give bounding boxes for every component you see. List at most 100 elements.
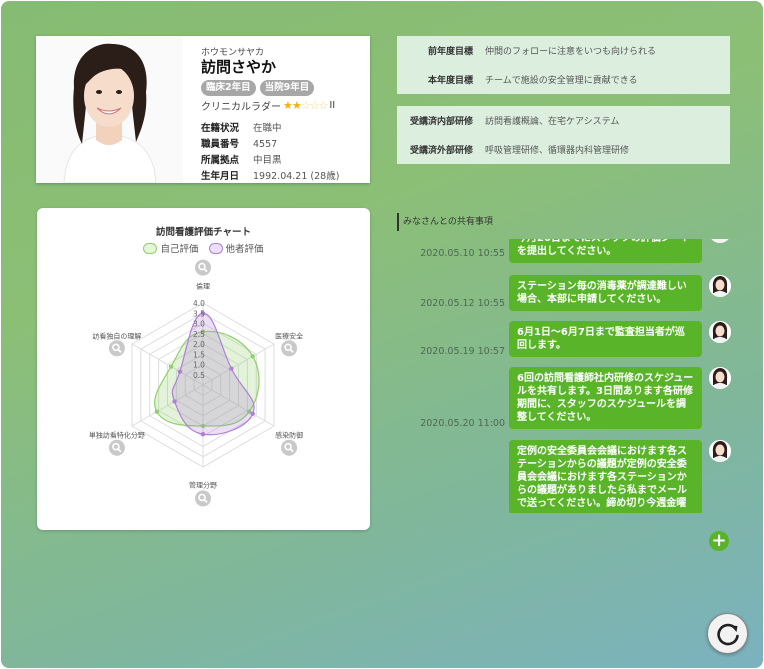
fact-value: 4557 [253, 139, 278, 150]
axis-label: 倫理 [196, 282, 210, 291]
badge-clinical-years: 臨床2年目 [201, 80, 256, 96]
data-point [200, 432, 206, 437]
message-time: 2020.05.12 10:55 [420, 298, 505, 309]
zoom-button[interactable] [281, 340, 298, 357]
tick-label: 2.5 [193, 330, 205, 339]
training-key: 受講済内部研修 [409, 117, 473, 127]
data-point [168, 364, 174, 369]
avatar[interactable] [709, 367, 731, 389]
message-item: 2020.05.10 10:55 今月20日までにスタッフの評価シートを提出して… [397, 239, 735, 263]
clinical-ladder: クリニカルラダー ★★☆☆☆ II [201, 98, 364, 113]
avatar-photo-icon [709, 275, 731, 297]
profile-info: ホウモンサヤカ 訪問さやか 臨床2年目 当院9年目 クリニカルラダー ★★☆☆☆… [201, 48, 364, 185]
message-time: 2020.05.19 10:57 [420, 346, 505, 357]
message-item: 2020.05.20 11:00 6回の訪問看護師社内研修のスケジュールを共有し… [397, 367, 735, 433]
fact-value: 在職中 [253, 123, 282, 134]
evaluation-chart-card: 0.5 1.0 1.5 2.0 2.5 3.0 3.5 4.0 倫理 医療安全 感染防御 管理分野 単独… [37, 208, 370, 530]
avatar-photo-icon [709, 440, 731, 462]
legend-swatch [143, 243, 158, 254]
legend-item-others[interactable]: 他者評価 [208, 241, 264, 255]
trainings-panel: 受講済内部研修 訪問看護概論、在宅ケアシステム 受講済外部研修 呼吸管理研修、循環器… [397, 106, 730, 164]
badge-hospital-years: 当院9年目 [259, 80, 315, 96]
training-value: 呼吸管理研修、循環器内科管理研修 [485, 146, 630, 156]
data-point [250, 411, 255, 416]
training-row: 受講済内部研修 訪問看護概論、在宅ケアシステム [397, 106, 730, 135]
avatar[interactable] [709, 275, 731, 297]
data-point [172, 399, 177, 404]
fact-value: 1992.04.21 (28歳) [253, 171, 340, 182]
data-point [177, 369, 183, 374]
fact-row: 所属拠点 中目黒 [201, 153, 364, 169]
legend-label: 自己評価 [160, 244, 199, 255]
refresh-icon [717, 623, 739, 646]
tick-label: 2.0 [193, 340, 205, 349]
add-message-button[interactable]: + [709, 531, 729, 551]
avatar-photo-icon [709, 239, 731, 243]
goal-value: 仲間のフォローに注意をいつも向けられる [485, 47, 657, 57]
fact-row: 生年月日 1992.04.21 (28歳) [201, 169, 364, 185]
share-section-title: みなさんとの共有事項 [397, 213, 493, 231]
message-bubble: 6回の訪問看護師社内研修のスケジュールを共有します。3日間あります各研修期間に、… [509, 367, 702, 429]
tick-label: 1.5 [193, 350, 205, 359]
axis-label: 訪看独自の理解 [92, 331, 141, 340]
tick-label: 3.5 [193, 309, 205, 318]
name-kana: ホウモンサヤカ [201, 48, 265, 58]
data-point [229, 366, 234, 371]
profile-facts: 在籍状況 在職中 職員番号 4557 所属拠点 中目黒 生年月日 1992.04.21 … [201, 121, 364, 185]
tick-label: 3.0 [193, 320, 205, 329]
message-bubble: 今月20日までにスタッフの評価シートを提出してください。 [509, 239, 702, 263]
goal-key: 前年度目標 [427, 47, 473, 57]
message-bubble: 6月1日～6月7日まで監査担当者が巡回します。 [509, 321, 702, 357]
data-point [154, 409, 160, 414]
message-bubble: ステーション毎の消毒薬が調達難しい場合、本部に申請してください。 [509, 275, 702, 311]
avatar-photo-icon [709, 321, 731, 343]
fact-key: 職員番号 [201, 139, 240, 150]
chart-title: 訪問看護評価チャート [156, 227, 251, 238]
zoom-button[interactable] [195, 490, 211, 507]
message-item: 2020.05.12 10:55 ステーション毎の消毒薬が調達難しい場合、本部に… [397, 275, 735, 313]
zoom-button[interactable] [108, 439, 125, 456]
zoom-button[interactable] [108, 340, 125, 357]
avatar[interactable] [709, 440, 731, 462]
app-frame: ホウモンサヤカ 訪問さやか 臨床2年目 当院9年目 クリニカルラダー ★★☆☆☆… [1, 1, 763, 668]
ladder-label: クリニカルラダー [201, 102, 281, 113]
profile-card: ホウモンサヤカ 訪問さやか 臨床2年目 当院9年目 クリニカルラダー ★★☆☆☆… [36, 36, 370, 183]
staff-name: 訪問さやか [201, 58, 277, 76]
tick-label: 0.5 [193, 371, 205, 380]
ladder-stars-icon: ★★☆☆☆ [283, 99, 328, 112]
training-key: 受講済外部研修 [409, 146, 473, 156]
profile-photo [36, 36, 183, 183]
training-row: 受講済外部研修 呼吸管理研修、循環器内科管理研修 [397, 135, 730, 164]
fact-row: 在籍状況 在職中 [201, 121, 364, 137]
avatar[interactable] [709, 239, 731, 243]
axis-label: 単独訪看特化分野 [89, 431, 145, 440]
goal-row: 本年度目標 チームで施設の安全管理に貢献できる [397, 65, 730, 94]
avatar-photo-icon [709, 367, 731, 389]
radar-chart: 0.51.0 1.52.02.53.0 3.54.0 倫理医療安全感染防御管理分野 単独… [89, 259, 303, 507]
tick-label: 4.0 [193, 299, 205, 308]
fact-row: 職員番号 4557 [201, 137, 364, 153]
badge-list: 臨床2年目 当院9年目 [201, 80, 364, 96]
goals-panel: 前年度目標 仲間のフォローに注意をいつも向けられる 本年度目標 チームで施設の安全管… [397, 36, 730, 94]
goal-row: 前年度目標 仲間のフォローに注意をいつも向けられる [397, 36, 730, 65]
data-point [250, 354, 255, 359]
zoom-button[interactable] [281, 439, 298, 456]
fact-key: 在籍状況 [201, 123, 240, 134]
goal-value: チームで施設の安全管理に貢献できる [485, 76, 638, 86]
message-time: 2020.05.20 11:00 [420, 418, 505, 429]
axis-label: 感染防御 [275, 431, 303, 440]
message-bubble: 定例の安全委員会会議におけます各ステーションからの議題が定例の安全委員会会議にお… [509, 440, 702, 513]
goal-key: 本年度目標 [427, 76, 473, 86]
fact-value: 中目黒 [253, 155, 282, 166]
message-time: 2020.05.10 10:55 [420, 248, 505, 259]
message-list[interactable]: 2020.05.10 10:55 今月20日までにスタッフの評価シートを提出して… [397, 239, 735, 513]
zoom-button[interactable] [195, 259, 211, 276]
training-value: 訪問看護概論、在宅ケアシステム [485, 117, 620, 127]
refresh-button[interactable] [707, 613, 748, 654]
message-item: 2020.05.19 10:57 6月1日～6月7日まで監査担当者が巡回します。 [397, 321, 735, 361]
axis-label: 管理分野 [189, 480, 217, 489]
fact-key: 所属拠点 [201, 155, 240, 166]
legend-item-self[interactable]: 自己評価 [143, 241, 199, 255]
avatar[interactable] [709, 321, 731, 343]
fact-key: 生年月日 [201, 171, 240, 182]
